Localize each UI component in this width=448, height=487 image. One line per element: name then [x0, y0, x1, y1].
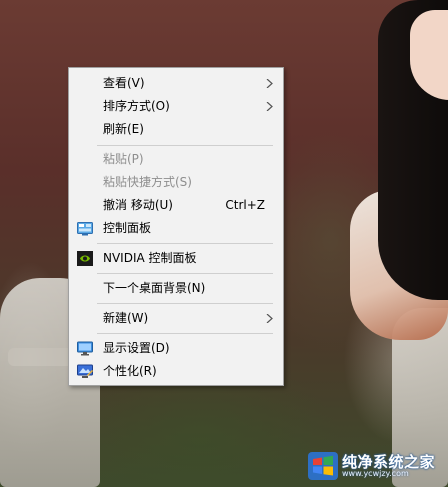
- chevron-right-icon: [266, 79, 273, 88]
- menu-item-sort-by[interactable]: 排序方式(O): [69, 95, 283, 118]
- menu-item-label: 个性化(R): [103, 364, 157, 378]
- menu-item-label: 刷新(E): [103, 122, 144, 136]
- menu-item-refresh[interactable]: 刷新(E): [69, 118, 283, 141]
- menu-item-display-settings[interactable]: 显示设置(D): [69, 337, 283, 360]
- menu-item-label: 控制面板: [103, 221, 152, 235]
- menu-item-label: 显示设置(D): [103, 341, 170, 355]
- display-icon: [77, 341, 93, 356]
- menu-item-undo-move[interactable]: 撤消 移动(U) Ctrl+Z: [69, 194, 283, 217]
- menu-item-shortcut: Ctrl+Z: [225, 198, 265, 212]
- menu-item-label: 粘贴快捷方式(S): [103, 175, 192, 189]
- menu-item-paste-shortcut[interactable]: 粘贴快捷方式(S): [69, 171, 283, 194]
- nvidia-icon: [77, 251, 93, 266]
- personalize-icon: [77, 364, 93, 378]
- control-panel-icon: [77, 222, 93, 236]
- menu-item-label: 粘贴(P): [103, 152, 144, 166]
- menu-item-next-desktop-background[interactable]: 下一个桌面背景(N): [69, 277, 283, 300]
- menu-item-personalize[interactable]: 个性化(R): [69, 360, 283, 383]
- watermark-url: www.ycwjzy.com: [342, 469, 409, 478]
- site-watermark: 纯净系统之家 www.ycwjzy.com: [302, 448, 446, 484]
- chevron-right-icon: [266, 102, 273, 111]
- menu-item-nvidia-control-panel[interactable]: NVIDIA 控制面板: [69, 247, 283, 270]
- windows-logo-icon: [308, 452, 338, 480]
- menu-item-label: 排序方式(O): [103, 99, 170, 113]
- menu-item-control-panel[interactable]: 控制面板: [69, 217, 283, 240]
- menu-item-label: 查看(V): [103, 76, 145, 90]
- menu-item-new[interactable]: 新建(W): [69, 307, 283, 330]
- chevron-right-icon: [266, 314, 273, 323]
- menu-separator: [97, 303, 273, 304]
- desktop-context-menu: 查看(V) 排序方式(O) 刷新(E) 粘贴(P) 粘贴快捷方式(S) 撤消 移…: [68, 67, 284, 386]
- menu-item-label: 新建(W): [103, 311, 149, 325]
- menu-item-label: 下一个桌面背景(N): [103, 281, 206, 295]
- menu-item-label: NVIDIA 控制面板: [103, 251, 197, 265]
- menu-separator: [97, 243, 273, 244]
- menu-item-view[interactable]: 查看(V): [69, 72, 283, 95]
- menu-item-label: 撤消 移动(U): [103, 198, 173, 212]
- menu-separator: [97, 145, 273, 146]
- menu-separator: [97, 333, 273, 334]
- menu-item-paste[interactable]: 粘贴(P): [69, 148, 283, 171]
- menu-separator: [97, 273, 273, 274]
